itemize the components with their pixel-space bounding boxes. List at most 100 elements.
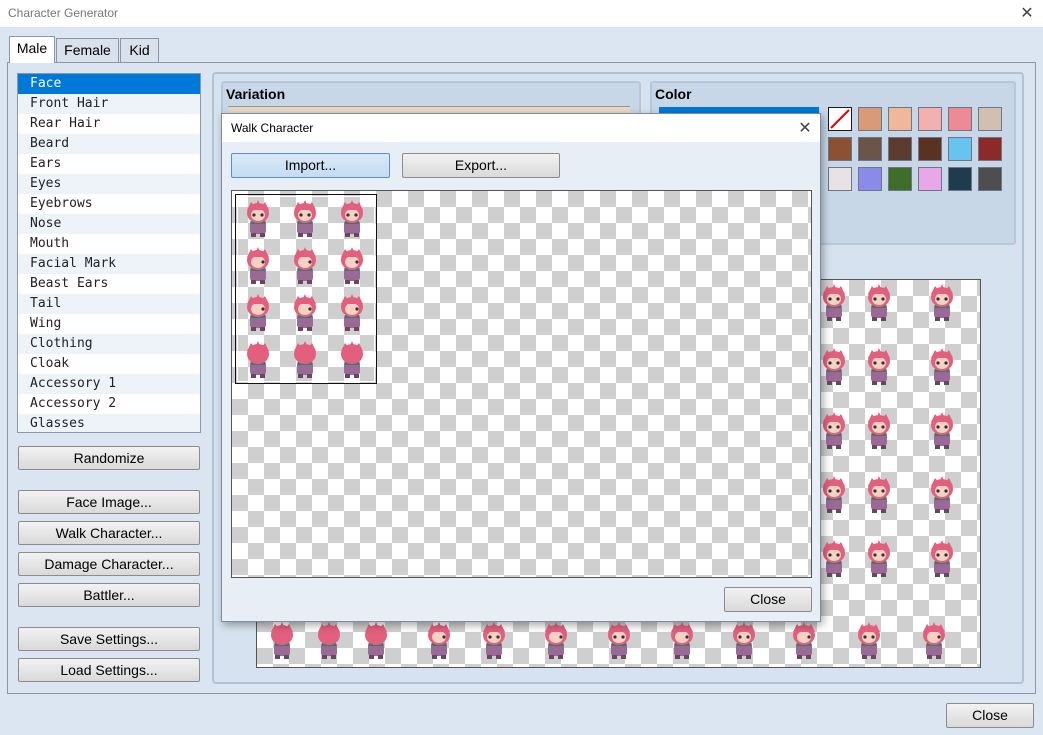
color-swatch[interactable] bbox=[888, 107, 912, 131]
dialog-close-button[interactable]: Close bbox=[724, 587, 812, 612]
color-swatch[interactable] bbox=[948, 107, 972, 131]
battler-button[interactable]: Battler... bbox=[18, 583, 200, 607]
save-settings-button[interactable]: Save Settings... bbox=[18, 627, 200, 651]
color-swatch[interactable] bbox=[918, 107, 942, 131]
walk-character-dialog: Walk Character ✕ Import... Export... Clo… bbox=[221, 113, 821, 622]
face-image-button[interactable]: Face Image... bbox=[18, 490, 200, 514]
parts-list-item[interactable]: Rear Hair bbox=[18, 114, 200, 134]
character-sprite bbox=[925, 474, 959, 514]
color-swatch[interactable] bbox=[948, 167, 972, 191]
parts-list-item[interactable]: Nose bbox=[18, 214, 200, 234]
character-sprite bbox=[817, 346, 851, 386]
character-sprite bbox=[241, 292, 275, 332]
parts-list-item[interactable]: Front Hair bbox=[18, 94, 200, 114]
character-sprite bbox=[862, 474, 896, 514]
character-sprite bbox=[539, 620, 573, 660]
tab-male[interactable]: Male bbox=[9, 36, 55, 63]
character-sprite bbox=[862, 282, 896, 322]
parts-list-item[interactable]: Eyebrows bbox=[18, 194, 200, 214]
walk-character-canvas bbox=[231, 190, 812, 578]
walk-sprite-sheet bbox=[235, 194, 377, 384]
parts-list[interactable]: Face Front Hair Rear Hair Beard Ears Eyes Eyeb… bbox=[17, 73, 201, 433]
character-sprite bbox=[925, 346, 959, 386]
character-sprite bbox=[925, 410, 959, 450]
character-sprite bbox=[359, 620, 393, 660]
character-sprite bbox=[335, 245, 369, 285]
window-title: Character Generator bbox=[8, 6, 119, 20]
character-sprite bbox=[288, 339, 322, 379]
character-sprite bbox=[925, 538, 959, 578]
character-sprite bbox=[288, 198, 322, 238]
character-sprite bbox=[852, 620, 886, 660]
parts-list-item[interactable]: Beard bbox=[18, 134, 200, 154]
close-button[interactable]: Close bbox=[946, 703, 1034, 728]
character-sprite bbox=[727, 620, 761, 660]
color-swatch[interactable] bbox=[978, 107, 1002, 131]
character-sprite bbox=[862, 538, 896, 578]
title-bar bbox=[0, 0, 1043, 27]
color-swatch[interactable] bbox=[978, 167, 1002, 191]
parts-list-item[interactable]: Facial Mark bbox=[18, 254, 200, 274]
character-sprite bbox=[288, 292, 322, 332]
color-swatch[interactable] bbox=[858, 167, 882, 191]
parts-list-item[interactable]: Mouth bbox=[18, 234, 200, 254]
tab-female[interactable]: Female bbox=[56, 38, 119, 62]
character-sprite bbox=[817, 538, 851, 578]
parts-list-item[interactable]: Face bbox=[18, 74, 200, 94]
character-sprite bbox=[862, 346, 896, 386]
color-swatch[interactable] bbox=[918, 167, 942, 191]
variation-title: Variation bbox=[226, 86, 286, 102]
color-swatch[interactable] bbox=[948, 137, 972, 161]
color-swatch[interactable] bbox=[918, 137, 942, 161]
character-sprite bbox=[241, 339, 275, 379]
character-sprite bbox=[312, 620, 346, 660]
parts-list-item[interactable]: Accessory 1 bbox=[18, 374, 200, 394]
character-sprite bbox=[925, 282, 959, 322]
color-title: Color bbox=[655, 86, 692, 102]
character-sprite bbox=[665, 620, 699, 660]
load-settings-button[interactable]: Load Settings... bbox=[18, 658, 200, 682]
character-sprite bbox=[817, 410, 851, 450]
export-button[interactable]: Export... bbox=[402, 153, 560, 178]
parts-list-item[interactable]: Eyes bbox=[18, 174, 200, 194]
character-sprite bbox=[241, 198, 275, 238]
color-swatch[interactable] bbox=[828, 167, 852, 191]
damage-character-button[interactable]: Damage Character... bbox=[18, 552, 200, 576]
walk-character-button[interactable]: Walk Character... bbox=[18, 521, 200, 545]
character-sprite bbox=[335, 339, 369, 379]
character-sprite bbox=[288, 245, 322, 285]
character-sprite bbox=[862, 410, 896, 450]
tab-kid[interactable]: Kid bbox=[120, 38, 159, 62]
character-sprite bbox=[335, 292, 369, 332]
color-swatch[interactable] bbox=[978, 137, 1002, 161]
color-swatch[interactable] bbox=[888, 167, 912, 191]
dialog-close-icon[interactable]: ✕ bbox=[795, 118, 815, 138]
parts-list-item[interactable]: Clothing bbox=[18, 334, 200, 354]
character-sprite bbox=[787, 620, 821, 660]
character-sprite bbox=[602, 620, 636, 660]
character-sprite bbox=[817, 474, 851, 514]
parts-list-item[interactable]: Glasses bbox=[18, 414, 200, 432]
character-sprite bbox=[917, 620, 951, 660]
no-color-icon[interactable] bbox=[828, 107, 852, 131]
randomize-button[interactable]: Randomize bbox=[18, 446, 200, 470]
dialog-title: Walk Character bbox=[231, 121, 314, 135]
color-swatch[interactable] bbox=[858, 107, 882, 131]
character-sprite bbox=[817, 282, 851, 322]
import-button[interactable]: Import... bbox=[231, 153, 390, 178]
parts-list-item[interactable]: Wing bbox=[18, 314, 200, 334]
parts-list-item[interactable]: Ears bbox=[18, 154, 200, 174]
color-swatch[interactable] bbox=[858, 137, 882, 161]
parts-list-item[interactable]: Tail bbox=[18, 294, 200, 314]
parts-list-item[interactable]: Cloak bbox=[18, 354, 200, 374]
window-close-icon[interactable]: ✕ bbox=[1017, 3, 1037, 23]
character-sprite bbox=[477, 620, 511, 660]
character-sprite bbox=[265, 620, 299, 660]
color-swatch[interactable] bbox=[888, 137, 912, 161]
parts-list-item[interactable]: Beast Ears bbox=[18, 274, 200, 294]
character-sprite bbox=[422, 620, 456, 660]
character-sprite bbox=[241, 245, 275, 285]
character-sprite bbox=[335, 198, 369, 238]
parts-list-item[interactable]: Accessory 2 bbox=[18, 394, 200, 414]
color-swatch[interactable] bbox=[828, 137, 852, 161]
